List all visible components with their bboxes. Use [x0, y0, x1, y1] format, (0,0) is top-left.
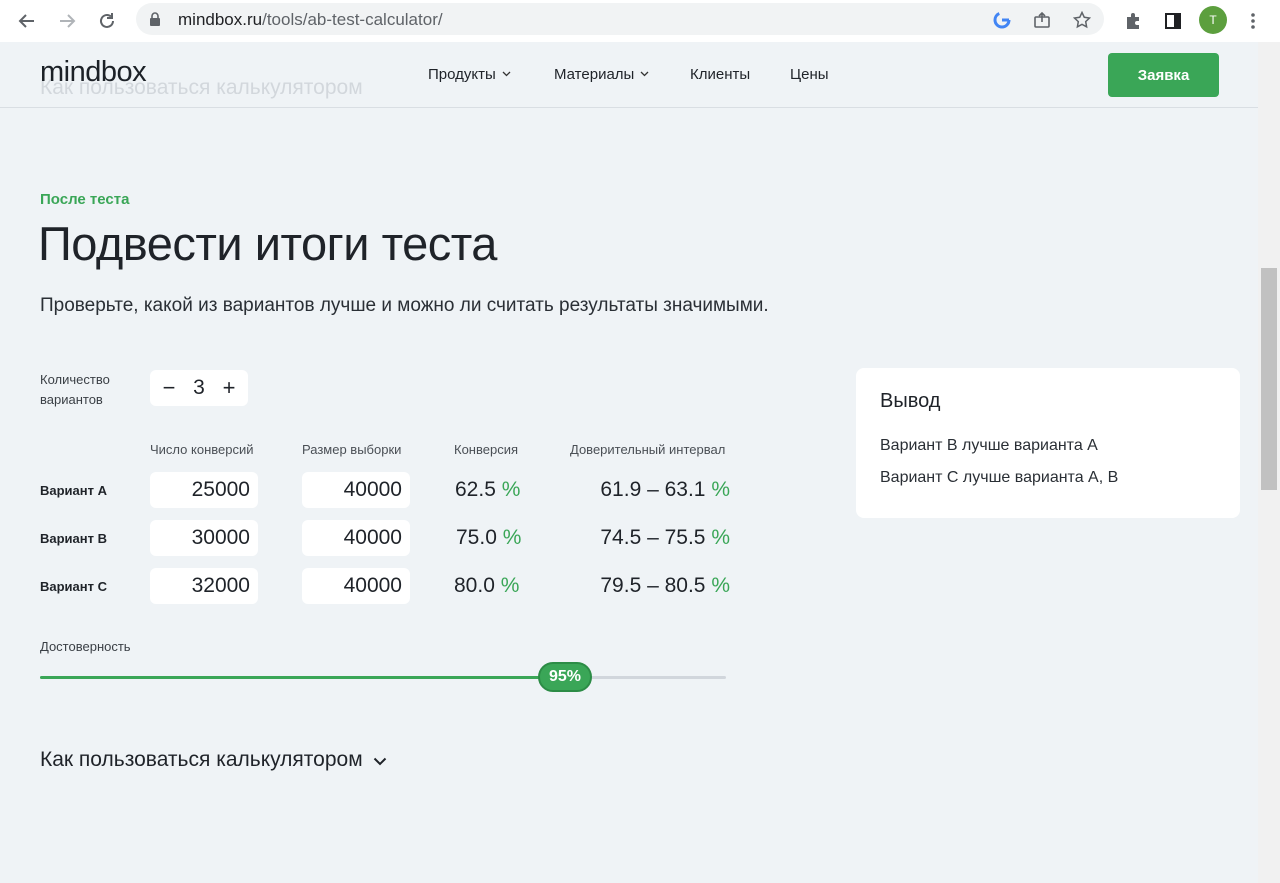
- nav-products[interactable]: Продукты: [428, 66, 511, 83]
- nav-clients[interactable]: Клиенты: [690, 66, 750, 83]
- page-title: Подвести итоги теста: [38, 217, 497, 270]
- page-scrollbar[interactable]: [1258, 42, 1280, 883]
- confidence-slider-track[interactable]: [40, 676, 726, 679]
- section-lead: Проверьте, какой из вариантов лучше и мо…: [40, 295, 769, 316]
- variant-a-sample-input[interactable]: 40000: [302, 472, 410, 508]
- percent-sign: %: [711, 526, 730, 549]
- howto-label: Как пользоваться калькулятором: [40, 748, 363, 771]
- browser-toolbar: mindbox.ru/tools/ab-test-calculator/ T: [0, 0, 1280, 42]
- column-header-interval: Доверительный интервал: [570, 442, 726, 457]
- variant-b-interval-value: 74.5 – 75.5: [600, 526, 706, 549]
- profile-avatar[interactable]: T: [1199, 6, 1227, 34]
- variant-c-interval: 79.5 – 80.5 %: [510, 574, 730, 598]
- variant-c-interval-value: 79.5 – 80.5: [600, 574, 706, 597]
- url-text: mindbox.ru/tools/ab-test-calculator/: [178, 10, 443, 29]
- result-line: Вариант В лучше варианта А: [880, 437, 1098, 454]
- bookmark-star-icon[interactable]: [1072, 10, 1092, 30]
- variant-a-conversions-input[interactable]: 25000: [150, 472, 258, 508]
- confidence-slider-thumb[interactable]: 95%: [538, 662, 592, 692]
- nav-prices-label: Цены: [790, 66, 829, 83]
- result-card: Вывод Вариант В лучше варианта А Вариант…: [856, 368, 1240, 518]
- scrollbar-thumb[interactable]: [1261, 268, 1277, 490]
- column-header-sample: Размер выборки: [302, 442, 402, 457]
- percent-sign: %: [711, 478, 730, 501]
- back-icon[interactable]: [14, 8, 40, 34]
- variant-b-conversion-value: 75.0: [456, 526, 497, 549]
- variant-b-label: Вариант В: [40, 531, 107, 546]
- variant-c-label: Вариант С: [40, 579, 107, 594]
- chevron-down-icon: [640, 69, 649, 80]
- confidence-label: Достоверность: [40, 639, 131, 654]
- result-title: Вывод: [880, 390, 941, 412]
- nav-products-label: Продукты: [428, 66, 496, 83]
- chevron-down-icon: [502, 69, 511, 80]
- variants-count-label: Количество вариантов: [40, 372, 110, 407]
- variant-c-conversion-value: 80.0: [454, 574, 495, 597]
- result-line: Вариант С лучше варианта А, В: [880, 469, 1119, 486]
- variant-a-conversion-value: 62.5: [455, 478, 496, 501]
- variant-b-interval: 74.5 – 75.5 %: [510, 526, 730, 550]
- nav-materials[interactable]: Материалы: [554, 66, 649, 83]
- request-button[interactable]: Заявка: [1108, 53, 1219, 97]
- column-header-conversions: Число конверсий: [150, 442, 254, 457]
- variant-c-conversions-input[interactable]: 32000: [150, 568, 258, 604]
- forward-icon[interactable]: [54, 8, 80, 34]
- variant-a-interval-value: 61.9 – 63.1: [600, 478, 706, 501]
- site-header: Как пользоваться калькулятором mindbox П…: [0, 42, 1258, 108]
- nav-materials-label: Материалы: [554, 66, 635, 83]
- variants-count-value: 3: [193, 376, 205, 399]
- howto-toggle[interactable]: Как пользоваться калькулятором: [40, 748, 387, 772]
- extensions-icon[interactable]: [1120, 8, 1146, 34]
- variant-a-label: Вариант А: [40, 483, 107, 498]
- increment-button[interactable]: +: [220, 377, 238, 399]
- share-icon[interactable]: [1032, 10, 1052, 30]
- variant-c-sample-input[interactable]: 40000: [302, 568, 410, 604]
- column-header-conversion: Конверсия: [454, 442, 519, 457]
- nav-clients-label: Клиенты: [690, 66, 751, 83]
- variants-count-stepper: − 3 +: [150, 370, 248, 406]
- nav-prices[interactable]: Цены: [790, 66, 829, 83]
- lock-icon: [148, 11, 162, 32]
- google-icon[interactable]: [992, 10, 1012, 30]
- section-eyebrow: После теста: [40, 191, 130, 208]
- percent-sign: %: [711, 574, 730, 597]
- variant-b-conversions-input[interactable]: 30000: [150, 520, 258, 556]
- side-panel-icon[interactable]: [1160, 8, 1186, 34]
- mindbox-logo[interactable]: mindbox: [40, 56, 147, 89]
- confidence-slider-fill: [40, 676, 565, 679]
- decrement-button[interactable]: −: [160, 377, 178, 399]
- reload-icon[interactable]: [94, 8, 120, 34]
- chevron-down-icon: [373, 748, 387, 772]
- menu-kebab-icon[interactable]: [1240, 8, 1266, 34]
- address-bar[interactable]: mindbox.ru/tools/ab-test-calculator/: [136, 3, 1104, 35]
- variant-b-sample-input[interactable]: 40000: [302, 520, 410, 556]
- variant-a-interval: 61.9 – 63.1 %: [510, 478, 730, 502]
